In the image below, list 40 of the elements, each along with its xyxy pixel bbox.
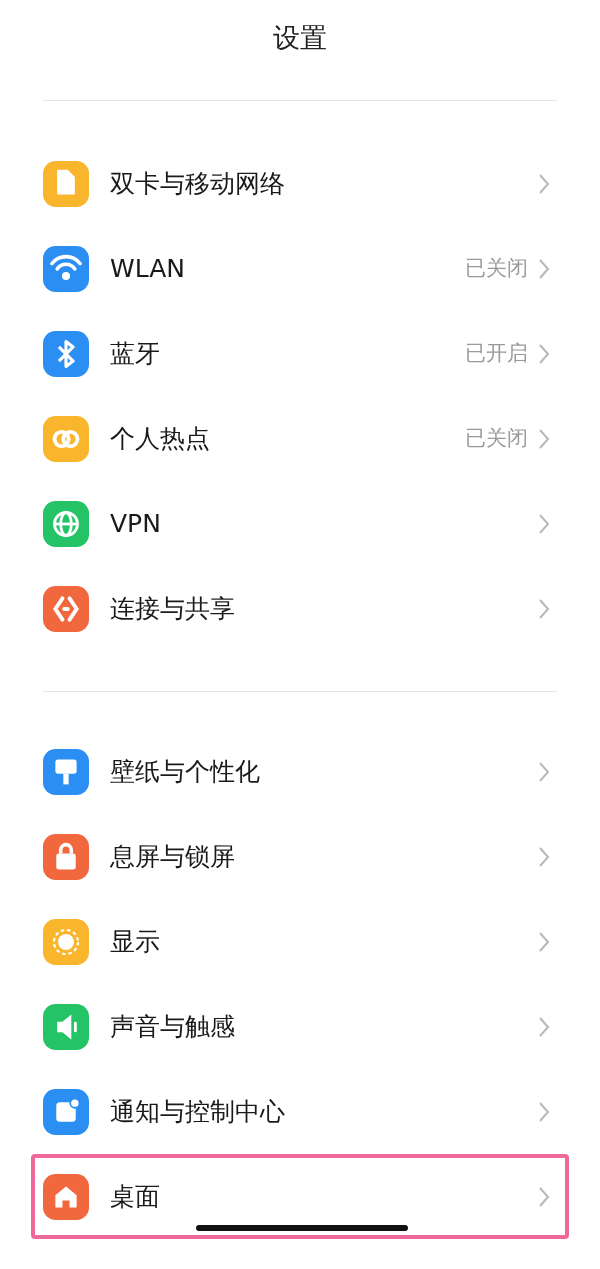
chevron-icon <box>538 760 550 783</box>
settings-item[interactable]: WLAN 已关闭 <box>0 226 600 311</box>
item-label: 息屏与锁屏 <box>110 840 236 873</box>
item-label: WLAN <box>110 252 187 285</box>
chevron-icon <box>538 512 550 535</box>
settings-item[interactable]: 显示 <box>0 899 600 984</box>
chevron-icon <box>538 930 550 953</box>
chevron-icon <box>538 1015 550 1038</box>
settings-item[interactable]: 个人热点 已关闭 <box>0 396 600 481</box>
item-status: 已关闭 <box>465 424 528 452</box>
chevron-icon <box>538 257 550 280</box>
item-label: 声音与触感 <box>110 1010 236 1043</box>
settings-item[interactable]: 壁纸与个性化 <box>0 729 600 814</box>
chevron-icon <box>538 597 550 620</box>
chevron-icon <box>538 342 550 365</box>
item-status: 已关闭 <box>465 254 528 282</box>
settings-item[interactable]: 声音与触感 <box>0 984 600 1069</box>
settings-item[interactable]: 蓝牙 已开启 <box>0 311 600 396</box>
item-label: 壁纸与个性化 <box>110 755 261 788</box>
chevron-icon <box>538 1185 550 1208</box>
settings-item[interactable]: VPN <box>0 481 600 566</box>
chevron-icon <box>538 427 550 450</box>
page-title: 设置 <box>273 20 327 55</box>
item-label: 显示 <box>110 925 161 958</box>
item-label: 个人热点 <box>110 422 211 455</box>
chevron-icon <box>538 1100 550 1123</box>
settings-item[interactable]: 通知与控制中心 <box>0 1069 600 1154</box>
item-label: 桌面 <box>110 1180 161 1213</box>
item-label: 双卡与移动网络 <box>110 167 286 200</box>
settings-item[interactable]: 桌面 <box>31 1154 569 1239</box>
item-label: 连接与共享 <box>110 592 236 625</box>
chevron-icon <box>538 172 550 195</box>
item-label: VPN <box>110 507 162 540</box>
settings-item[interactable]: 息屏与锁屏 <box>0 814 600 899</box>
settings-item[interactable]: 连接与共享 <box>0 566 600 651</box>
item-label: 蓝牙 <box>110 337 161 370</box>
chevron-icon <box>538 845 550 868</box>
settings-item[interactable]: 双卡与移动网络 <box>0 141 600 226</box>
item-label: 通知与控制中心 <box>110 1095 286 1128</box>
item-status: 已开启 <box>465 339 528 367</box>
